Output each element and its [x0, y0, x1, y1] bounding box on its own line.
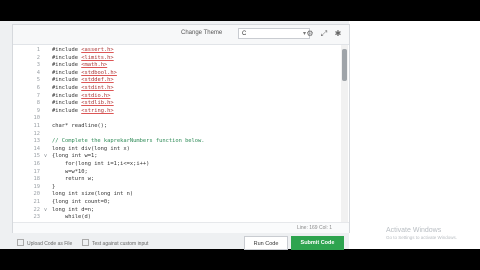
include-header: <stdio.h> — [81, 92, 111, 99]
upload-code-label: Upload Code as File — [27, 241, 73, 247]
code-area[interactable]: 1 #include <assert.h> 2 #include <limits.h>… — [13, 45, 340, 222]
right-panel — [349, 21, 480, 249]
change-theme-label: Change Theme — [181, 30, 223, 36]
line-number: 23 — [33, 214, 41, 221]
editor-toolbar: Change Theme C ▾ ⚙ ⤢ ✱ — [13, 25, 349, 45]
language-value: C — [242, 31, 247, 37]
include-header: <math.h> — [81, 62, 108, 69]
include-header: <string.h> — [81, 107, 114, 114]
language-select[interactable]: C ▾ — [238, 28, 310, 39]
expand-icon[interactable]: ⤢ — [319, 29, 329, 39]
watermark-subtitle: Go to Settings to activate Windows. — [386, 235, 458, 240]
watermark-title: Activate Windows — [386, 227, 442, 234]
editor-status-bar: Line: 169 Col: 1 — [13, 222, 349, 233]
checkbox-icon[interactable] — [82, 239, 89, 246]
include-header: <assert.h> — [81, 47, 114, 53]
code-editor: Change Theme C ▾ ⚙ ⤢ ✱ 1 #include <assert… — [12, 24, 350, 233]
run-code-button[interactable]: Run Code — [244, 236, 288, 250]
include-header: <stddef.h> — [81, 77, 114, 84]
custom-input-option[interactable]: Test against custom input — [82, 239, 148, 247]
include-header: <stdint.h> — [81, 85, 114, 91]
activate-windows-watermark: Activate Windows Go to Settings to activ… — [386, 227, 457, 240]
letterbox-top — [0, 0, 480, 21]
custom-input-label: Test against custom input — [92, 241, 149, 247]
settings-icon[interactable]: ⚙ — [305, 29, 315, 39]
gear-icon[interactable]: ✱ — [333, 29, 343, 39]
include-header: <stdbool.h> — [81, 69, 117, 76]
include-header: <limits.h> — [81, 54, 114, 61]
cursor-position: Line: 169 Col: 1 — [297, 225, 333, 231]
include-header: <stdlib.h> — [81, 100, 114, 107]
editor-footer: Upload Code as File Test against custom … — [12, 235, 348, 250]
code-line: 23 while(d) — [13, 213, 340, 221]
upload-icon — [17, 239, 24, 246]
code-text: while(d) — [52, 214, 91, 221]
letterbox-bottom — [0, 249, 480, 270]
upload-code-option[interactable]: Upload Code as File — [17, 239, 72, 247]
editor-scrollbar[interactable] — [341, 45, 348, 222]
submit-code-button[interactable]: Submit Code — [291, 236, 344, 250]
scrollbar-thumb[interactable] — [342, 49, 347, 81]
